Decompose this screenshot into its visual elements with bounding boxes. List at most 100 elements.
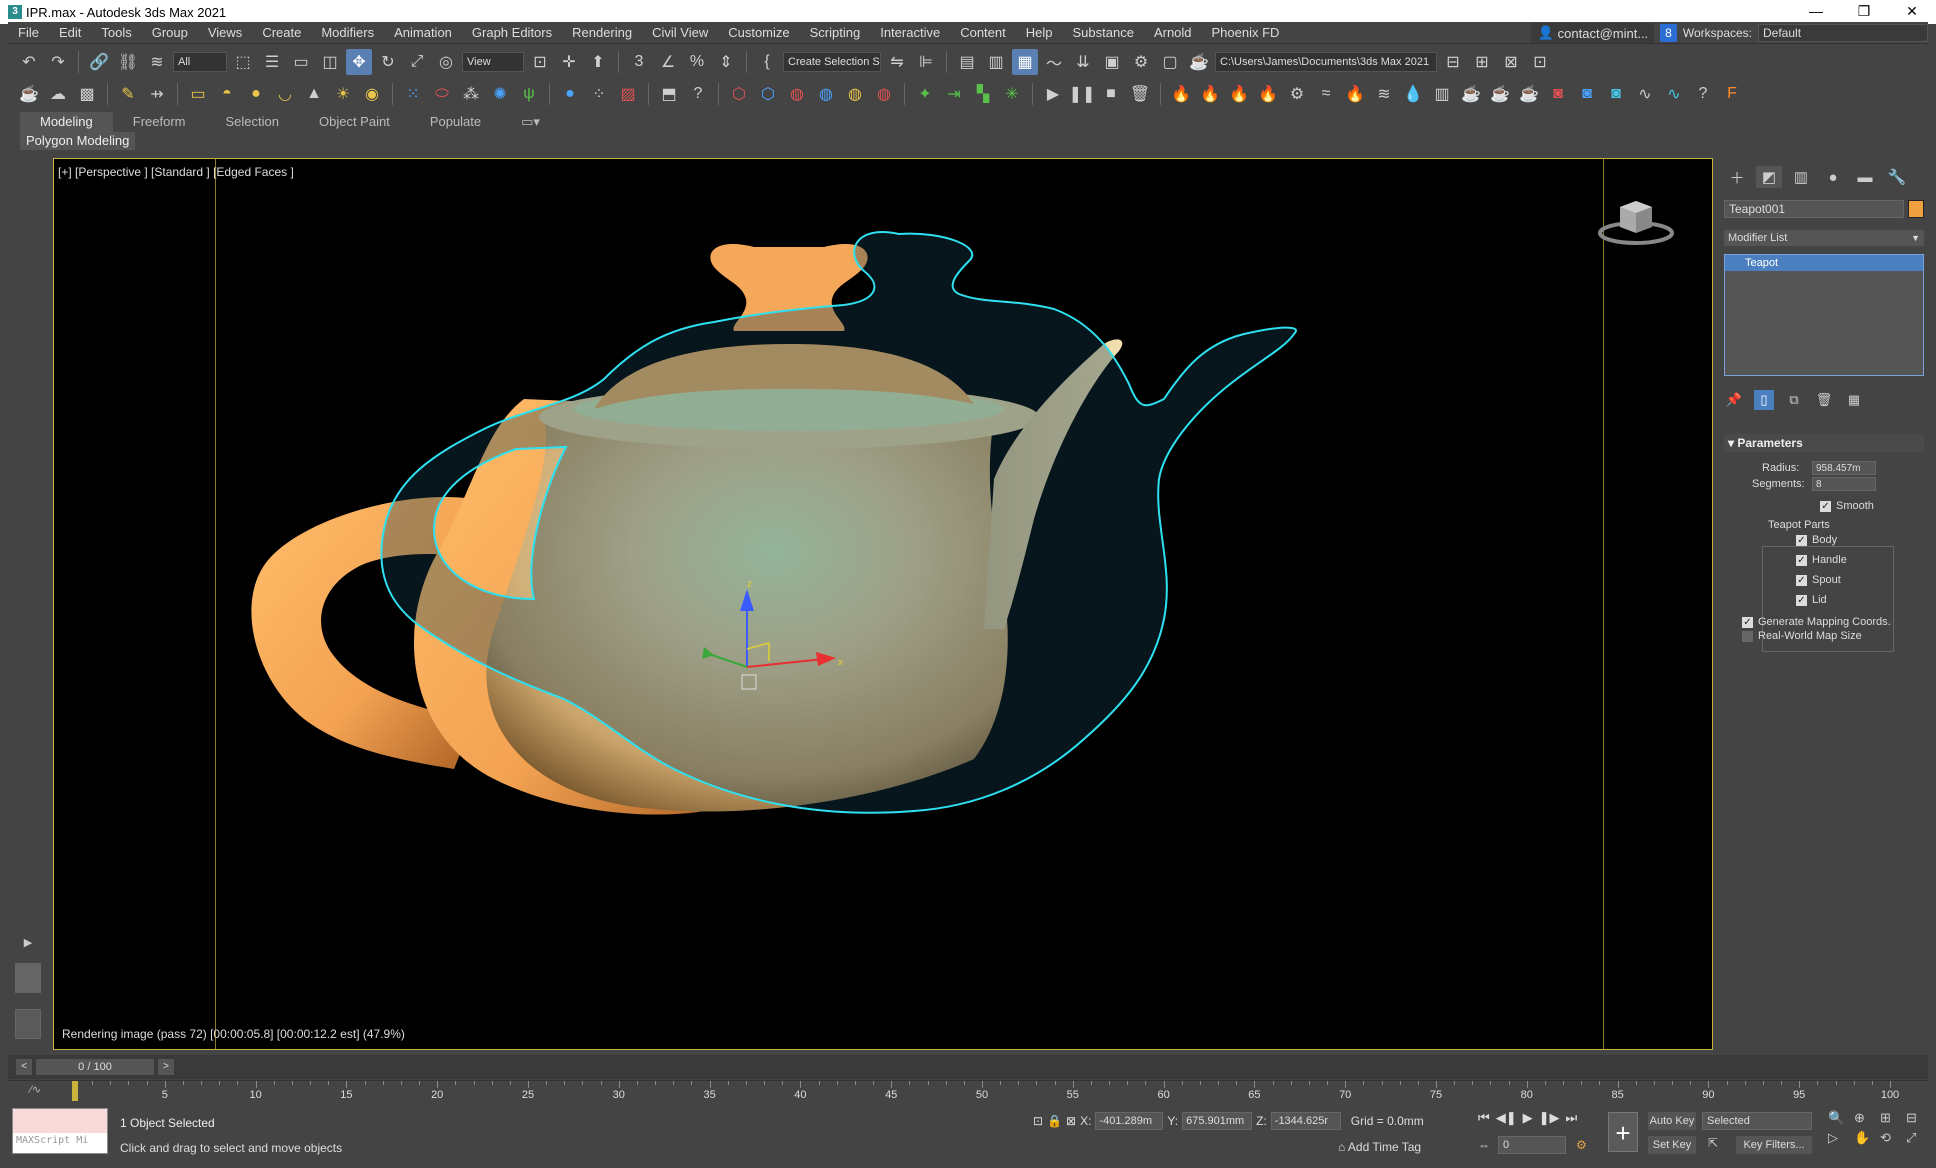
fire-preset-icon[interactable]: 🔥 [1255, 81, 1281, 107]
auto-key-button[interactable]: Auto Key [1648, 1112, 1696, 1130]
generate-mapping-checkbox[interactable]: ✓ Generate Mapping Coords. [1742, 616, 1891, 628]
render-setup-icon[interactable]: ⚙ [1128, 49, 1154, 75]
phoenix-fd-icon[interactable]: F [1719, 81, 1745, 107]
angle-snap-icon[interactable]: ∠ [655, 49, 681, 75]
scatter-icon[interactable]: ⁂ [458, 81, 484, 107]
layer-explorer-icon[interactable]: ▥ [983, 49, 1009, 75]
modify-tab-icon[interactable]: ◩ [1756, 166, 1782, 188]
lid-checkbox[interactable]: ✓ Lid [1796, 594, 1827, 606]
menu-create[interactable]: Create [252, 25, 311, 40]
fire-source-icon[interactable]: 🔥 [1168, 81, 1194, 107]
render-region-icon[interactable]: ⬒ [656, 81, 682, 107]
help-question-icon[interactable]: ? [1690, 81, 1716, 107]
curve-icon[interactable]: ⁄∿ [30, 1083, 41, 1096]
select-object-icon[interactable]: ⬚ [230, 49, 256, 75]
display-tab-icon[interactable]: ▬ [1852, 166, 1878, 188]
menu-content[interactable]: Content [950, 25, 1016, 40]
project-new-icon[interactable]: ⊠ [1498, 49, 1524, 75]
create-tab-icon[interactable]: ＋ [1724, 166, 1750, 188]
light-bulb-icon[interactable]: ✎ [115, 81, 141, 107]
tab-populate[interactable]: Populate [410, 112, 501, 132]
swirl-icon[interactable]: ◍ [842, 81, 868, 107]
real-world-map-checkbox[interactable]: Real-World Map Size [1742, 630, 1862, 642]
menu-animation[interactable]: Animation [384, 25, 462, 40]
dome-icon[interactable]: ◓ [214, 81, 240, 107]
fire-grid-icon[interactable]: 🔥 [1197, 81, 1223, 107]
manipulate-icon[interactable]: ✛ [556, 49, 582, 75]
schematic-view-icon[interactable]: ⇊ [1070, 49, 1096, 75]
tab-modeling[interactable]: Modeling [20, 112, 113, 132]
next-frame-icon[interactable]: ❚▶ [1539, 1110, 1560, 1126]
key-filter-toggle-icon[interactable]: ⇱ [1708, 1136, 1718, 1150]
hierarchy-tab-icon[interactable]: ▥ [1788, 166, 1814, 188]
zoom-extents-all-icon[interactable]: ⊟ [1906, 1110, 1928, 1126]
project-settings-icon[interactable]: ⊡ [1527, 49, 1553, 75]
menu-help[interactable]: Help [1016, 25, 1063, 40]
fire-circle-icon[interactable]: ◍ [784, 81, 810, 107]
smoke-icon[interactable]: ≈ [1313, 81, 1339, 107]
scene-explorer-icon[interactable]: ▤ [954, 49, 980, 75]
smooth-checkbox[interactable]: ✓ Smooth [1820, 500, 1874, 512]
single-layout-icon[interactable] [15, 963, 41, 993]
multi-material-icon[interactable]: ⁘ [586, 81, 612, 107]
go-to-end-icon[interactable]: ⏭ [1565, 1110, 1577, 1126]
make-unique-icon[interactable]: ⧉ [1784, 390, 1804, 410]
current-frame-field[interactable]: 0 [1498, 1136, 1566, 1154]
menu-phoenix-fd[interactable]: Phoenix FD [1202, 25, 1290, 40]
help-circle-icon[interactable]: ? [685, 81, 711, 107]
teapot-scene[interactable]: z x [54, 159, 1712, 1049]
expand-arrow-icon[interactable]: ▶ [15, 930, 41, 956]
ocean-icon[interactable]: ◙ [1603, 81, 1629, 107]
key-mode-icon[interactable]: ⇔ [1478, 1138, 1490, 1152]
go-to-start-icon[interactable]: ⏮ [1478, 1110, 1490, 1126]
project-path-dropdown[interactable]: C:\Users\James\Documents\3ds Max 2021 [1215, 52, 1437, 72]
liquid-red-icon[interactable]: ◙ [1545, 81, 1571, 107]
spout-checkbox[interactable]: ✓ Spout [1796, 574, 1841, 586]
cone-icon[interactable]: ▲ [301, 81, 327, 107]
liquid-mug-icon[interactable]: ☕ [1487, 81, 1513, 107]
maximize-viewport-icon[interactable]: ⤢ [1906, 1130, 1928, 1146]
sphere-icon[interactable]: ◉ [359, 81, 385, 107]
field-of-view-icon[interactable]: ▷ [1828, 1130, 1850, 1146]
sim-pause-icon[interactable]: ❚❚ [1069, 81, 1096, 107]
show-end-result-icon[interactable]: ▯ [1754, 390, 1774, 410]
water-drop-icon[interactable]: ◍ [813, 81, 839, 107]
grid-dots-icon[interactable]: ⁙ [400, 81, 426, 107]
toggle-ribbon-icon[interactable]: ▦ [1012, 49, 1038, 75]
select-place-icon[interactable]: ◎ [433, 49, 459, 75]
menu-edit[interactable]: Edit [49, 25, 91, 40]
gear-burst-icon[interactable]: ✺ [487, 81, 513, 107]
tab-selection[interactable]: Selection [206, 112, 299, 132]
menu-substance[interactable]: Substance [1063, 25, 1144, 40]
absolute-mode-icon[interactable]: ⊠ [1066, 1114, 1076, 1128]
liquid-pour-icon[interactable]: ☕ [1516, 81, 1542, 107]
perspective-viewport[interactable]: [+] [Perspective ] [Standard ] [Edged Fa… [53, 158, 1713, 1050]
polygon-modeling-panel[interactable]: Polygon Modeling [20, 132, 136, 150]
menu-interactive[interactable]: Interactive [870, 25, 950, 40]
utilities-tab-icon[interactable]: 🔧 [1884, 166, 1910, 188]
set-key-button[interactable]: Set Key [1648, 1136, 1696, 1154]
quad-layout-icon[interactable] [15, 1009, 41, 1039]
grass-icon[interactable]: ψ [516, 81, 542, 107]
menu-scripting[interactable]: Scripting [800, 25, 871, 40]
keyboard-shortcut-icon[interactable]: ⬆ [585, 49, 611, 75]
z-coordinate-field[interactable]: -1344.625r [1270, 1112, 1341, 1130]
helper-icon[interactable]: ⇸ [144, 81, 170, 107]
timeline-ruler[interactable]: ⁄∿ 5 10 15 20 25 30 35 40 45 50 55 60 65 70 75 80 85 90 95… [8, 1080, 1928, 1102]
object-color-swatch[interactable] [1908, 200, 1924, 218]
menu-tools[interactable]: Tools [91, 25, 141, 40]
cloud-icon[interactable]: ☁ [45, 81, 71, 107]
menu-rendering[interactable]: Rendering [562, 25, 642, 40]
bind-space-warp-icon[interactable]: ≋ [144, 49, 170, 75]
teapot-create-icon[interactable]: ☕ [16, 81, 42, 107]
x-coordinate-field[interactable]: -401.289m [1095, 1112, 1164, 1130]
viewcube[interactable] [1596, 189, 1676, 249]
orbit-icon[interactable]: ⟲ [1880, 1130, 1902, 1146]
sim-play-icon[interactable]: ▶ [1040, 81, 1066, 107]
reference-coord-dropdown[interactable]: View [462, 52, 524, 72]
sim-clear-icon[interactable]: 🗑 [1127, 81, 1153, 107]
menu-file[interactable]: File [8, 25, 49, 40]
y-coordinate-field[interactable]: 675.901mm [1182, 1112, 1253, 1130]
workspaces-dropdown[interactable]: Default [1758, 24, 1928, 42]
fire-shape-icon[interactable]: 🔥 [1226, 81, 1252, 107]
